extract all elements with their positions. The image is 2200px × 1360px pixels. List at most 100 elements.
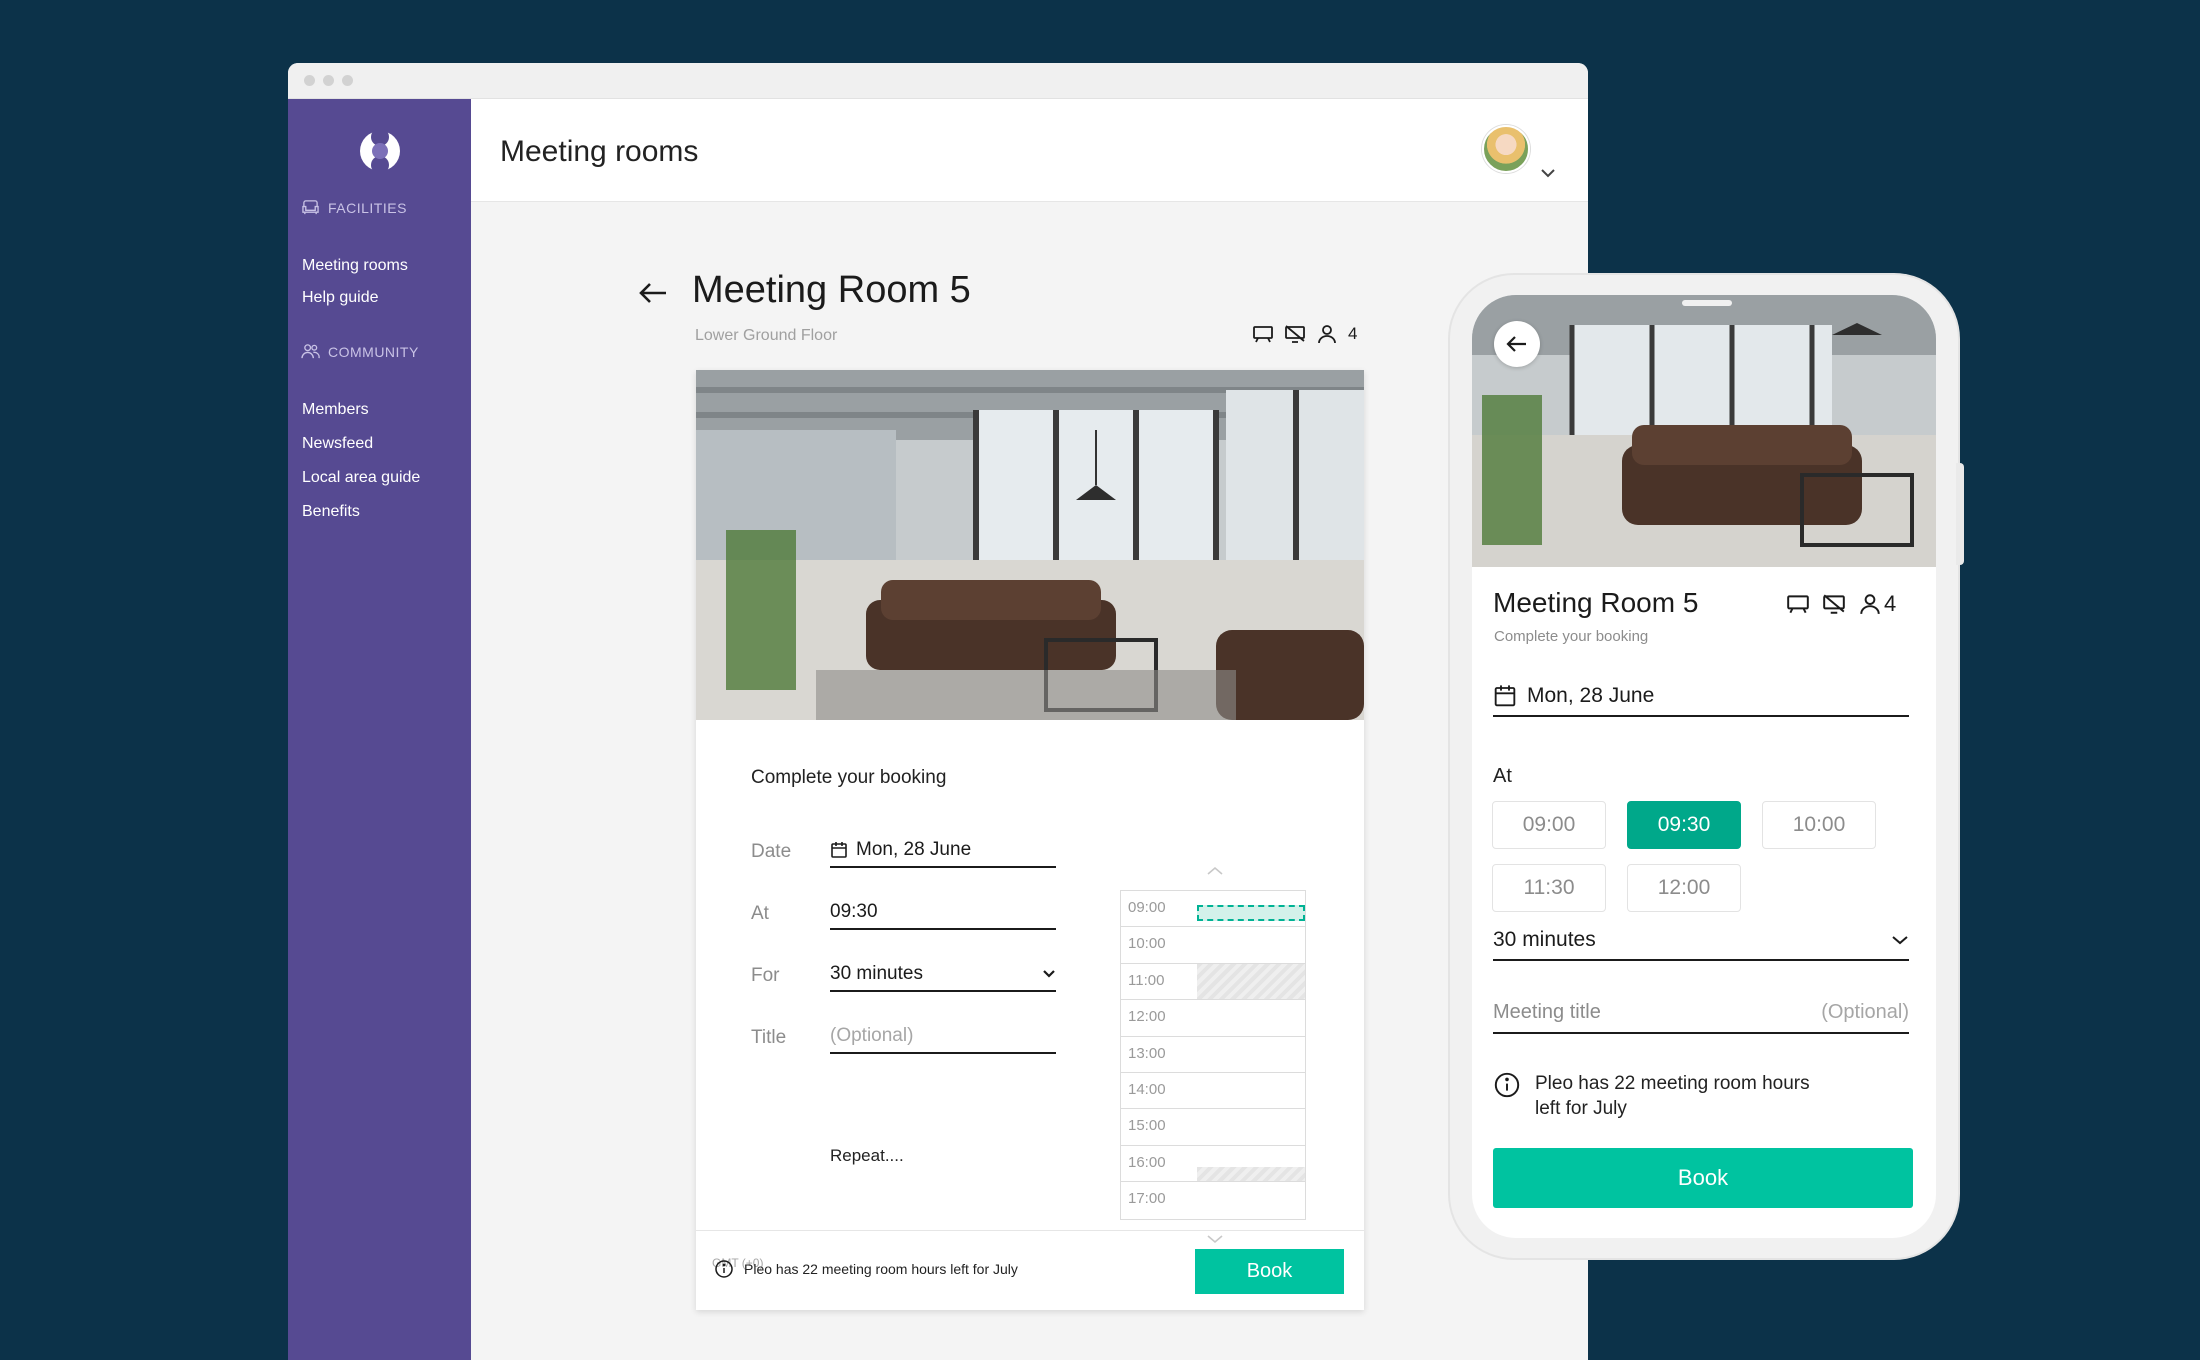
- timeline-row[interactable]: 17:00: [1121, 1182, 1305, 1218]
- booking-heading: Complete your booking: [751, 767, 947, 788]
- sidebar-item-newsfeed[interactable]: Newsfeed: [302, 435, 373, 453]
- timeline-row[interactable]: 10:00: [1121, 927, 1305, 964]
- time-value: 09:30: [830, 901, 878, 922]
- back-arrow-icon[interactable]: [638, 281, 668, 305]
- sidebar-item-local-area-guide[interactable]: Local area guide: [302, 469, 420, 487]
- chevron-up-icon[interactable]: [1206, 866, 1224, 876]
- sidebar-section-title: COMMUNITY: [328, 343, 419, 360]
- whiteboard-icon: [1253, 326, 1273, 343]
- title-input[interactable]: (Optional): [830, 1020, 1056, 1054]
- calendar-icon: [1494, 685, 1516, 707]
- sidebar-section-facilities: FACILITIES: [301, 199, 407, 216]
- mobile-screen: Meeting Room 5 4 Complete your booking M…: [1472, 295, 1936, 1238]
- timeline-booked-block: [1197, 963, 1305, 1000]
- duration-select[interactable]: 30 minutes: [830, 958, 1056, 992]
- timeline-row[interactable]: 11:00: [1121, 963, 1305, 1001]
- room-photo: [696, 370, 1364, 720]
- at-label: At: [751, 903, 769, 924]
- time-slot-1200[interactable]: 12:00: [1627, 864, 1741, 912]
- mobile-book-button[interactable]: Book: [1493, 1148, 1913, 1208]
- time-slot-0900[interactable]: 09:00: [1492, 801, 1606, 849]
- for-label: For: [751, 965, 780, 986]
- timeline-hour: 16:00: [1128, 1153, 1166, 1171]
- info-icon: [1494, 1072, 1520, 1098]
- mobile-back-button[interactable]: [1494, 321, 1540, 367]
- chevron-down-icon: [1043, 970, 1055, 978]
- sidebar-item-help-guide[interactable]: Help guide: [302, 289, 379, 307]
- timeline-selection[interactable]: [1197, 905, 1305, 921]
- sidebar-item-benefits[interactable]: Benefits: [302, 503, 360, 521]
- mobile-date-field[interactable]: Mon, 28 June: [1493, 677, 1909, 717]
- timeline-row[interactable]: 13:00: [1121, 1037, 1305, 1073]
- mobile-room-amenities: 4: [1786, 591, 1896, 617]
- phone-side-button: [1956, 463, 1964, 565]
- brand-logo-icon[interactable]: [358, 129, 402, 173]
- sidebar-section-community: COMMUNITY: [301, 343, 419, 360]
- avatar[interactable]: [1482, 125, 1530, 173]
- time-field[interactable]: 09:30: [830, 896, 1056, 930]
- sidebar-item-members[interactable]: Members: [302, 401, 369, 419]
- chevron-down-icon[interactable]: [1540, 167, 1556, 179]
- timeline-hour: 10:00: [1128, 935, 1166, 953]
- timeline-row[interactable]: 14:00: [1121, 1073, 1305, 1110]
- mobile-device: Meeting Room 5 4 Complete your booking M…: [1450, 275, 1964, 1258]
- sidebar-section-title: FACILITIES: [328, 199, 407, 216]
- page-title: Meeting rooms: [500, 135, 699, 168]
- timeline-hour: 17:00: [1128, 1190, 1166, 1208]
- booking-card: Complete your booking Date Mon, 28 June …: [696, 370, 1364, 1310]
- mobile-meeting-title-optional: (Optional): [1821, 1000, 1909, 1023]
- mobile-room-photo-image: [1472, 295, 1936, 567]
- title-placeholder: (Optional): [830, 1025, 914, 1046]
- room-title: Meeting Room 5: [692, 269, 971, 311]
- window-titlebar: [288, 63, 1588, 99]
- mobile-duration-select[interactable]: 30 minutes: [1493, 921, 1909, 961]
- mobile-at-label: At: [1493, 765, 1512, 787]
- chevron-down-icon: [1892, 936, 1908, 945]
- timeline-row[interactable]: 15:00: [1121, 1109, 1305, 1146]
- window-dot[interactable]: [323, 75, 334, 86]
- calendar-icon: [831, 842, 847, 858]
- timeline-hour: 15:00: [1128, 1117, 1166, 1135]
- mobile-subtitle: Complete your booking: [1494, 628, 1649, 645]
- date-label: Date: [751, 841, 792, 862]
- repeat-link[interactable]: Repeat....: [830, 1146, 904, 1166]
- sidebar-item-meeting-rooms[interactable]: Meeting rooms: [302, 257, 408, 275]
- book-button[interactable]: Book: [1195, 1249, 1344, 1294]
- timeline-booked-block: [1197, 1167, 1305, 1182]
- timeline-row[interactable]: 09:00: [1121, 891, 1305, 928]
- timeline-row[interactable]: 12:00: [1121, 1000, 1305, 1037]
- hours-info: Pleo has 22 meeting room hours left for …: [714, 1259, 1018, 1279]
- date-field[interactable]: Mon, 28 June: [830, 834, 1056, 868]
- phone-notch: [1682, 300, 1732, 306]
- timeline-hour: 09:00: [1128, 899, 1166, 916]
- whiteboard-icon: [1787, 595, 1809, 614]
- timeline-row[interactable]: 16:00: [1121, 1146, 1305, 1183]
- timeline-hour: 13:00: [1128, 1044, 1166, 1062]
- sidebar: FACILITIES Meeting rooms Help guide COMM…: [288, 99, 471, 1360]
- desktop-window: FACILITIES Meeting rooms Help guide COMM…: [288, 63, 1588, 1360]
- mobile-hours-info: Pleo has 22 meeting room hours left for …: [1493, 1071, 1835, 1121]
- title-label: Title: [751, 1027, 787, 1048]
- people-icon: [301, 344, 320, 359]
- timeline-hour: 12:00: [1128, 1008, 1166, 1026]
- mobile-meeting-title-input[interactable]: Meeting title (Optional): [1493, 992, 1909, 1034]
- hours-info-text: Pleo has 22 meeting room hours left for …: [744, 1261, 1018, 1277]
- room-photo-image: [696, 370, 1364, 720]
- person-icon: [1860, 594, 1880, 614]
- room-capacity: 4: [1348, 324, 1358, 343]
- mobile-room-title: Meeting Room 5: [1493, 587, 1699, 618]
- timeline-hour: 11:00: [1128, 971, 1165, 989]
- card-footer: Pleo has 22 meeting room hours left for …: [696, 1230, 1364, 1310]
- mobile-meeting-title-label: Meeting title: [1493, 1000, 1601, 1023]
- time-slot-1130[interactable]: 11:30: [1492, 864, 1606, 912]
- duration-value: 30 minutes: [830, 963, 923, 984]
- window-dot[interactable]: [342, 75, 353, 86]
- mobile-date-value: Mon, 28 June: [1527, 684, 1655, 707]
- timeline-grid: 09:00 10:00 11:00 12:00 13:00 14:00 15:0…: [1120, 890, 1306, 1220]
- time-slot-0930[interactable]: 09:30: [1627, 801, 1741, 849]
- mobile-room-photo: [1472, 295, 1936, 567]
- timeline-hour: 14:00: [1128, 1080, 1166, 1098]
- time-slot-1000[interactable]: 10:00: [1762, 801, 1876, 849]
- mobile-hours-info-text: Pleo has 22 meeting room hours left for …: [1535, 1073, 1810, 1119]
- window-dot[interactable]: [304, 75, 315, 86]
